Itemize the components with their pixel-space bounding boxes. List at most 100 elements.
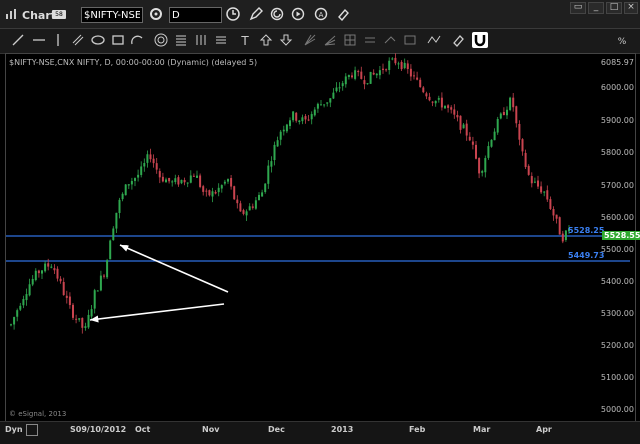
window-maximize-button[interactable]: □ — [606, 2, 622, 14]
arc-tool[interactable] — [129, 32, 145, 48]
x-tick-label: Feb — [409, 425, 426, 434]
y-tick-label: 5000.00 — [600, 405, 634, 414]
copyright-label: © eSignal, 2013 — [9, 410, 67, 418]
ellipse-tool[interactable] — [90, 32, 106, 48]
grid-tool[interactable] — [342, 32, 358, 48]
interval-input[interactable] — [169, 7, 222, 23]
x-tick-label: Dec — [268, 425, 285, 434]
window-titlebar: Chart 58 A ▭ _ □ × — [0, 0, 640, 29]
percent-scale-button[interactable]: % — [614, 32, 630, 48]
text-icon: T — [240, 34, 249, 47]
y-tick-label: 5600.00 — [600, 213, 634, 222]
refresh-button[interactable] — [269, 6, 285, 22]
x-tick-label: S09/10/2012 — [70, 425, 127, 434]
mcg-tool[interactable] — [362, 32, 378, 48]
drawing-toolbar: T % — [0, 29, 640, 54]
arc-icon — [131, 35, 143, 45]
alert-button[interactable]: A — [313, 6, 329, 22]
eraser-tool[interactable] — [450, 32, 466, 48]
y-tick-label: 5400.00 — [600, 277, 634, 286]
chart-icon — [6, 9, 16, 19]
symbol-input[interactable] — [81, 7, 143, 23]
fibonacci-icon — [176, 35, 186, 46]
list-icon — [216, 36, 226, 44]
x-tick-label: 2013 — [331, 425, 354, 434]
link-button[interactable] — [335, 6, 351, 22]
horizontal-line-tool[interactable] — [31, 32, 47, 48]
svg-text:T: T — [240, 34, 249, 47]
rectangle-tool[interactable] — [110, 32, 126, 48]
support-line-label-1: 5528.25 — [568, 226, 605, 235]
window-title: Chart — [22, 9, 57, 22]
window-badge: 58 — [52, 10, 66, 19]
gann-tool[interactable] — [193, 32, 209, 48]
pitchfork-icon — [304, 34, 316, 46]
last-price-badge: 5528.55 — [602, 231, 640, 240]
y-tick-label: 5100.00 — [600, 373, 634, 382]
channel-icon — [384, 36, 396, 44]
play-icon — [291, 7, 305, 21]
grid-icon — [344, 34, 356, 46]
svg-text:%: % — [618, 37, 627, 47]
chart-description: $NIFTY-NSE,CNX NIFTY, D, 00:00-00:00 (Dy… — [9, 58, 258, 67]
ellipse-icon — [91, 35, 105, 45]
trendline-tool[interactable] — [10, 32, 26, 48]
y-tick-label: 5900.00 — [600, 116, 634, 125]
gear-icon — [150, 8, 162, 20]
concentric-circle-icon — [154, 33, 168, 47]
circle-tool[interactable] — [153, 32, 169, 48]
draw-button[interactable] — [248, 6, 264, 22]
y-tick-label: 5200.00 — [600, 341, 634, 350]
y-tick-label: 6085.97 — [600, 58, 634, 67]
magnet-tool[interactable] — [472, 32, 488, 48]
price-chart[interactable] — [5, 53, 636, 423]
x-tick-label: Oct — [135, 425, 151, 434]
alert-icon: A — [314, 7, 328, 21]
andrews-pitchfork-tool[interactable] — [302, 32, 318, 48]
dynamic-label: Dyn — [5, 425, 23, 434]
clock-icon — [226, 7, 240, 21]
x-tick-label: Mar — [473, 425, 491, 434]
interval-button[interactable] — [225, 6, 241, 22]
fan-tool[interactable] — [322, 32, 338, 48]
zigzag-icon — [427, 35, 441, 44]
x-tick-label: Nov — [202, 425, 220, 434]
symbol-options-button[interactable] — [148, 6, 164, 22]
magnet-icon — [474, 35, 486, 47]
vertical-line-icon — [57, 34, 59, 46]
window-minimize-button[interactable]: _ — [588, 2, 604, 14]
text-tool[interactable]: T — [237, 32, 253, 48]
window-restore-button[interactable]: ▭ — [570, 2, 586, 14]
channel-tool[interactable] — [382, 32, 398, 48]
trendline-icon — [12, 34, 24, 46]
up-arrow-icon — [259, 34, 273, 46]
gann-box-tool[interactable] — [402, 32, 418, 48]
y-tick-label: 5700.00 — [600, 181, 634, 190]
list-tool[interactable] — [213, 32, 229, 48]
eraser-icon — [338, 8, 349, 21]
parallel-lines-icon — [72, 34, 84, 46]
replay-button[interactable] — [290, 6, 306, 22]
rectangle-icon — [112, 35, 124, 45]
horizontal-line-icon — [33, 39, 45, 41]
y-tick-label: 5300.00 — [600, 309, 634, 318]
refresh-icon — [270, 7, 284, 21]
gann-box-icon — [404, 35, 416, 45]
fan-icon — [324, 35, 336, 46]
lines-icon — [196, 35, 206, 45]
eraser-icon — [453, 35, 464, 47]
down-arrow-tool[interactable] — [278, 32, 294, 48]
svg-text:A: A — [319, 11, 324, 19]
down-arrow-icon — [279, 34, 293, 46]
vertical-line-tool[interactable] — [50, 32, 66, 48]
parallel-lines-tool[interactable] — [70, 32, 86, 48]
up-arrow-tool[interactable] — [258, 32, 274, 48]
y-tick-label: 6000.00 — [600, 83, 634, 92]
zigzag-tool[interactable] — [426, 32, 442, 48]
fibonacci-tool[interactable] — [173, 32, 189, 48]
window-close-button[interactable]: × — [624, 2, 638, 14]
support-line-label-2: 5449.73 — [568, 251, 605, 260]
mcg-icon — [365, 37, 375, 43]
x-tick-label: Apr — [536, 425, 552, 434]
dynamic-toggle[interactable] — [26, 424, 38, 436]
